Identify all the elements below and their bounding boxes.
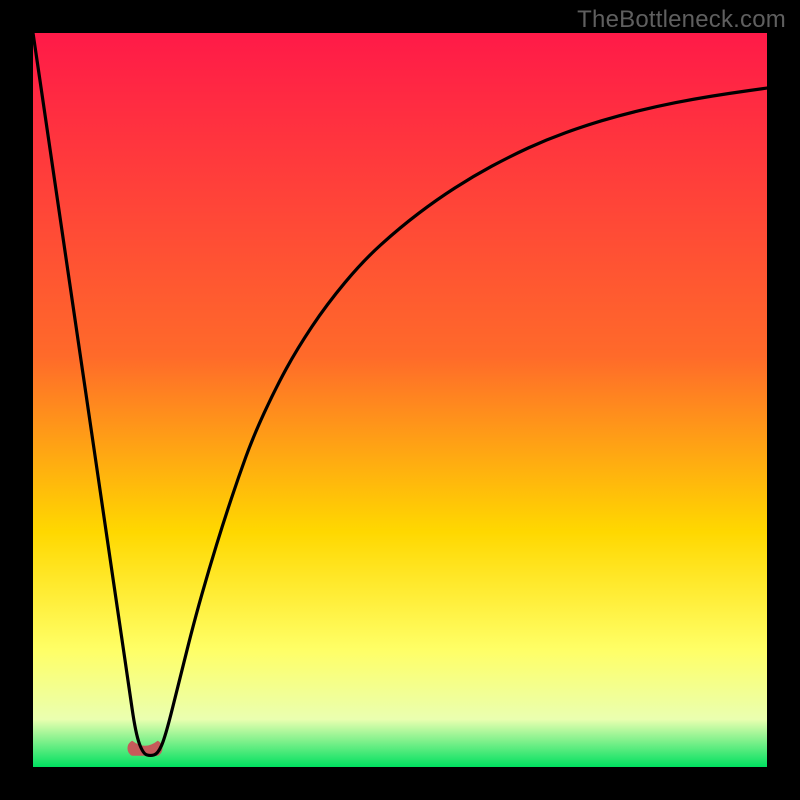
- chart-frame: TheBottleneck.com: [0, 0, 800, 800]
- gradient-background: [33, 33, 767, 767]
- watermark-text: TheBottleneck.com: [577, 6, 786, 34]
- bottleneck-chart: [33, 33, 767, 767]
